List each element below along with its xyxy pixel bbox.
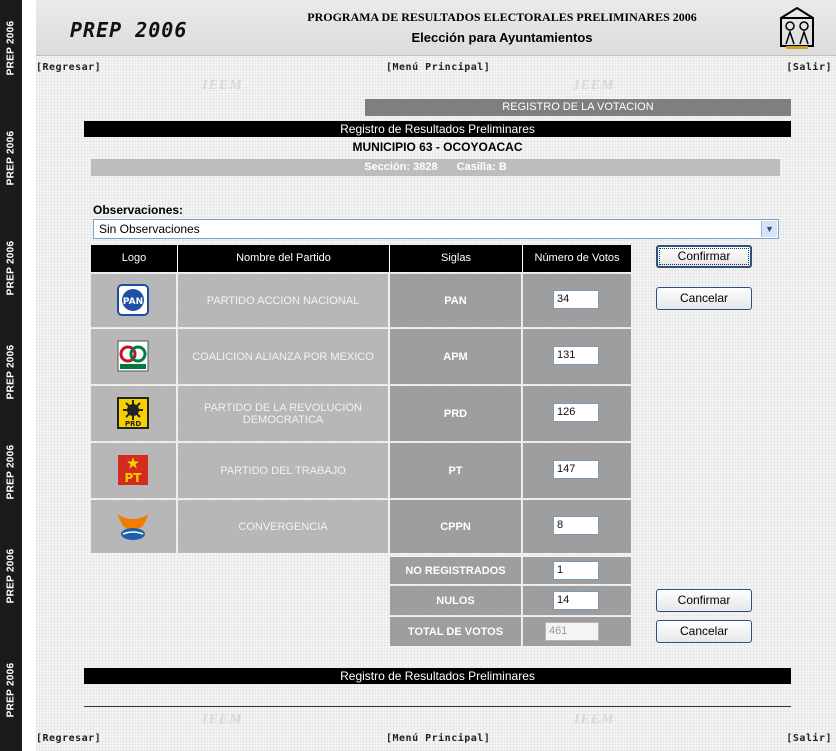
votes-input-cppn[interactable]: 8 — [553, 516, 599, 535]
results-banner-top: Registro de Resultados Preliminares — [84, 121, 791, 137]
pt-logo-icon: PT — [118, 455, 148, 485]
back-link[interactable]: [Regresar] — [36, 62, 101, 73]
bottom-nav: [Regresar] [Menú Principal] [Salir] — [36, 733, 836, 749]
party-name: PARTIDO ACCION NACIONAL — [178, 274, 388, 327]
observaciones-label: Observaciones: — [93, 203, 184, 217]
votes-input-apm[interactable]: 131 — [553, 346, 599, 365]
main-menu-link-bottom[interactable]: [Menú Principal] — [386, 733, 490, 744]
seccion-bar: Sección: 3828 Casilla: B — [91, 159, 780, 176]
total-votos-input: 461 — [545, 622, 599, 641]
page-header: PREP 2006 PROGRAMA DE RESULTADOS ELECTOR… — [36, 0, 836, 56]
party-logo-cell — [91, 329, 176, 384]
total-label: NULOS — [390, 586, 521, 615]
ieem-watermark: IEEM — [202, 712, 243, 727]
municipio-label: MUNICIPIO 63 - OCOYOACAC — [352, 140, 523, 154]
ieem-watermark: IEEM — [574, 78, 615, 93]
back-link-bottom[interactable]: [Regresar] — [36, 733, 101, 744]
chevron-down-icon[interactable]: ▼ — [761, 221, 777, 237]
svg-text:PT: PT — [125, 471, 143, 485]
party-name: PARTIDO DE LA REVOLUCION DEMOCRATICA — [178, 386, 388, 441]
strip-label: PREP 2006 — [5, 344, 17, 400]
ieem-emblem-icon — [780, 6, 814, 49]
votes-cell: 461 — [523, 617, 631, 646]
pan-logo-icon: PAN — [117, 284, 149, 316]
observaciones-value: Sin Observaciones — [99, 222, 200, 236]
header-siglas: Siglas — [390, 245, 523, 272]
prd-logo-icon: PRD — [117, 397, 149, 429]
votes-input-pt[interactable]: 147 — [553, 460, 599, 479]
party-siglas: PT — [390, 443, 521, 498]
votes-cell: 14 — [523, 586, 631, 615]
observaciones-select[interactable]: Sin Observaciones ▼ — [93, 219, 779, 239]
party-logo-cell — [91, 500, 176, 553]
exit-link[interactable]: [Salir] — [786, 62, 832, 73]
party-logo-cell: PAN — [91, 274, 176, 327]
votes-input-pan[interactable]: 34 — [553, 290, 599, 309]
votes-cell: 1 — [523, 557, 631, 584]
exit-link-bottom[interactable]: [Salir] — [786, 733, 832, 744]
party-name: COALICION ALIANZA POR MEXICO — [178, 329, 388, 384]
casilla-label: Casilla: B — [456, 161, 507, 173]
prep-logo: PREP 2006 — [70, 18, 188, 42]
convergencia-logo-icon — [117, 514, 149, 540]
no-registrados-input[interactable]: 1 — [553, 561, 599, 580]
confirm-button-bottom[interactable]: Confirmar — [656, 589, 752, 612]
side-strip: PREP 2006 PREP 2006 PREP 2006 PREP 2006 … — [0, 0, 22, 751]
page-title: PROGRAMA DE RESULTADOS ELECTORALES PRELI… — [307, 10, 697, 24]
cancel-button[interactable]: Cancelar — [656, 287, 752, 310]
votes-cell: 34 — [523, 274, 631, 327]
party-logo-cell: PT — [91, 443, 176, 498]
page-subtitle: Elección para Ayuntamientos — [411, 30, 593, 45]
party-logo-cell: PRD — [91, 386, 176, 441]
seccion-label: Sección: 3828 — [364, 161, 438, 173]
party-name: PARTIDO DEL TRABAJO — [178, 443, 388, 498]
header-name: Nombre del Partido — [178, 245, 390, 272]
votes-cell: 131 — [523, 329, 631, 384]
header-logo: Logo — [91, 245, 178, 272]
total-label: NO REGISTRADOS — [390, 557, 521, 584]
top-nav: [Regresar] [Menú Principal] [Salir] — [36, 62, 836, 78]
divider — [84, 706, 791, 707]
section-title: REGISTRO DE LA VOTACION — [365, 99, 791, 116]
confirm-button[interactable]: Confirmar — [656, 245, 752, 268]
party-siglas: PAN — [390, 274, 521, 327]
apm-logo-icon — [117, 340, 149, 372]
strip-label: PREP 2006 — [5, 240, 17, 296]
party-siglas: APM — [390, 329, 521, 384]
strip-label: PREP 2006 — [5, 548, 17, 604]
votes-cell: 126 — [523, 386, 631, 441]
svg-text:PRD: PRD — [125, 420, 142, 428]
party-siglas: PRD — [390, 386, 521, 441]
nulos-input[interactable]: 14 — [553, 591, 599, 610]
party-siglas: CPPN — [390, 500, 521, 553]
party-name: CONVERGENCIA — [178, 500, 388, 553]
cancel-button-bottom[interactable]: Cancelar — [656, 620, 752, 643]
strip-label: PREP 2006 — [5, 20, 17, 76]
page-container: PREP 2006 PROGRAMA DE RESULTADOS ELECTOR… — [36, 0, 836, 751]
ieem-watermark: IEEM — [574, 712, 615, 727]
strip-label: PREP 2006 — [5, 662, 17, 718]
svg-text:PAN: PAN — [123, 297, 143, 307]
total-label: TOTAL DE VOTOS — [390, 617, 521, 646]
votes-cell: 147 — [523, 443, 631, 498]
main-menu-link[interactable]: [Menú Principal] — [386, 62, 490, 73]
votes-cell: 8 — [523, 500, 631, 553]
header-votos: Número de Votos — [523, 245, 631, 272]
strip-label: PREP 2006 — [5, 444, 17, 500]
votes-input-prd[interactable]: 126 — [553, 403, 599, 422]
strip-label: PREP 2006 — [5, 130, 17, 186]
ieem-watermark: IEEM — [202, 78, 243, 93]
results-banner-bottom: Registro de Resultados Preliminares — [84, 668, 791, 684]
